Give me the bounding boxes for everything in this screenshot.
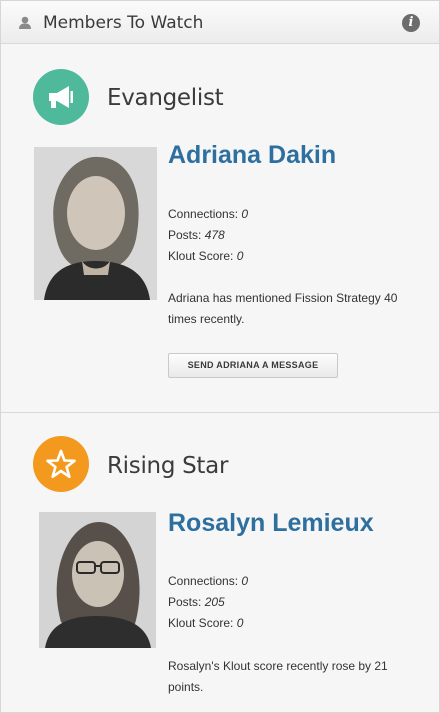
member-role: Evangelist: [107, 85, 224, 111]
stat-label: Connections:: [168, 207, 239, 221]
stat-value: 478: [204, 228, 225, 242]
member-description: Rosalyn's Klout score recently rose by 2…: [168, 659, 388, 694]
person-icon: [18, 16, 32, 34]
member-stats: Connections: 0 Posts: 205 Klout Score: 0: [168, 571, 248, 634]
stat-connections: Connections: 0: [168, 204, 248, 225]
star-icon: [33, 436, 89, 492]
stat-klout: Klout Score: 0: [168, 613, 248, 634]
member-photo[interactable]: [34, 147, 157, 300]
members-to-watch-widget: Members To Watch i Evangelist Adriana Da…: [0, 0, 440, 713]
member-name[interactable]: Adriana Dakin: [168, 141, 336, 170]
stat-connections: Connections: 0: [168, 571, 248, 592]
stat-value: 205: [204, 595, 225, 609]
stat-label: Posts:: [168, 228, 202, 242]
member-role: Rising Star: [107, 453, 229, 479]
member-description: Adriana has mentioned Fission Strategy 4…: [168, 291, 398, 326]
stat-klout: Klout Score: 0: [168, 246, 248, 267]
member-card-rising-star: Rising Star Rosalyn Lemieux Connections:…: [1, 413, 439, 712]
send-message-button[interactable]: SEND ADRIANA A MESSAGE: [168, 353, 338, 378]
megaphone-icon: [33, 69, 89, 125]
member-card-evangelist: Evangelist Adriana Dakin Connections: 0 …: [1, 44, 439, 413]
stat-posts: Posts: 205: [168, 592, 248, 613]
widget-title: Members To Watch: [43, 13, 204, 33]
stat-label: Posts:: [168, 595, 202, 609]
member-stats: Connections: 0 Posts: 478 Klout Score: 0: [168, 204, 248, 267]
member-photo[interactable]: [39, 512, 156, 648]
stat-label: Klout Score:: [168, 616, 234, 630]
stat-value: 0: [241, 574, 249, 588]
member-name[interactable]: Rosalyn Lemieux: [168, 509, 374, 538]
info-icon[interactable]: i: [402, 14, 420, 32]
stat-value: 0: [236, 249, 244, 263]
stat-value: 0: [236, 616, 244, 630]
stat-label: Connections:: [168, 574, 239, 588]
stat-posts: Posts: 478: [168, 225, 248, 246]
stat-value: 0: [241, 207, 249, 221]
widget-header: Members To Watch i: [1, 1, 439, 44]
stat-label: Klout Score:: [168, 249, 234, 263]
